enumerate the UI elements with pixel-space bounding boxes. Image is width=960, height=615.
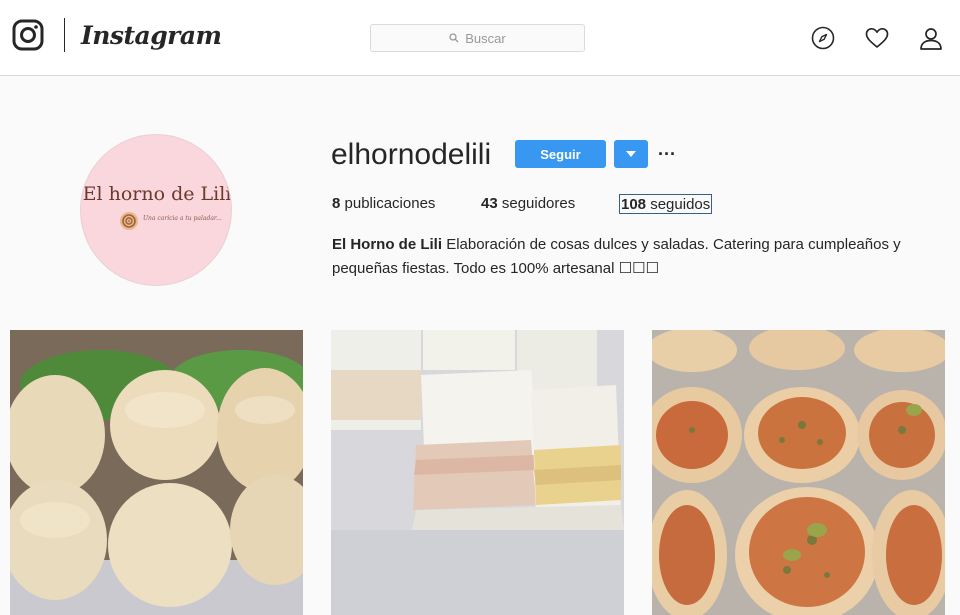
followers-count: 43 xyxy=(481,195,498,212)
pizzetas-photo xyxy=(652,330,945,615)
avatar-tagline: Una caricia a tu paladar... xyxy=(143,215,222,222)
stat-posts: 8 publicaciones xyxy=(332,194,435,214)
follow-button[interactable]: Seguir xyxy=(515,140,606,168)
compass-icon[interactable] xyxy=(811,26,835,50)
followers-label: seguidores xyxy=(501,195,576,212)
more-options-button[interactable]: ··· xyxy=(656,140,678,168)
profile-username: elhornodelili xyxy=(331,138,492,171)
posts-count: 8 xyxy=(332,195,341,212)
post-thumbnail-pizzetas[interactable] xyxy=(652,330,945,615)
suggestions-dropdown-button[interactable] xyxy=(614,140,648,168)
cinnamon-roll-icon xyxy=(120,212,138,230)
following-label: seguidos xyxy=(650,196,711,213)
search-input[interactable]: Buscar xyxy=(370,24,585,52)
instagram-wordmark[interactable]: Instagram xyxy=(81,16,222,56)
following-count: 108 xyxy=(621,196,647,213)
bread-rolls-photo xyxy=(10,330,303,615)
top-nav: Instagram Buscar xyxy=(0,0,960,76)
profile-bio: El Horno de Lili Elaboración de cosas du… xyxy=(332,233,932,281)
bio-name: El Horno de Lili xyxy=(332,236,443,253)
instagram-glyph-icon[interactable] xyxy=(12,19,44,51)
caret-down-icon xyxy=(626,151,636,157)
post-thumbnail-bread-rolls[interactable] xyxy=(10,330,303,615)
user-icon[interactable] xyxy=(919,26,943,50)
avatar-logo-text: El horno de Lili xyxy=(82,183,232,205)
search-icon xyxy=(449,33,459,43)
posts-label: publicaciones xyxy=(344,195,436,212)
profile-avatar[interactable]: El horno de Lili Una caricia a tu palada… xyxy=(80,134,232,286)
post-thumbnail-sandwiches[interactable] xyxy=(331,330,624,615)
stat-followers[interactable]: 43 seguidores xyxy=(481,194,575,214)
sandwiches-photo xyxy=(331,330,624,615)
heart-icon[interactable] xyxy=(865,26,889,50)
nav-divider xyxy=(64,18,65,52)
search-placeholder: Buscar xyxy=(465,30,506,46)
stat-following[interactable]: 108 seguidos xyxy=(619,194,713,214)
